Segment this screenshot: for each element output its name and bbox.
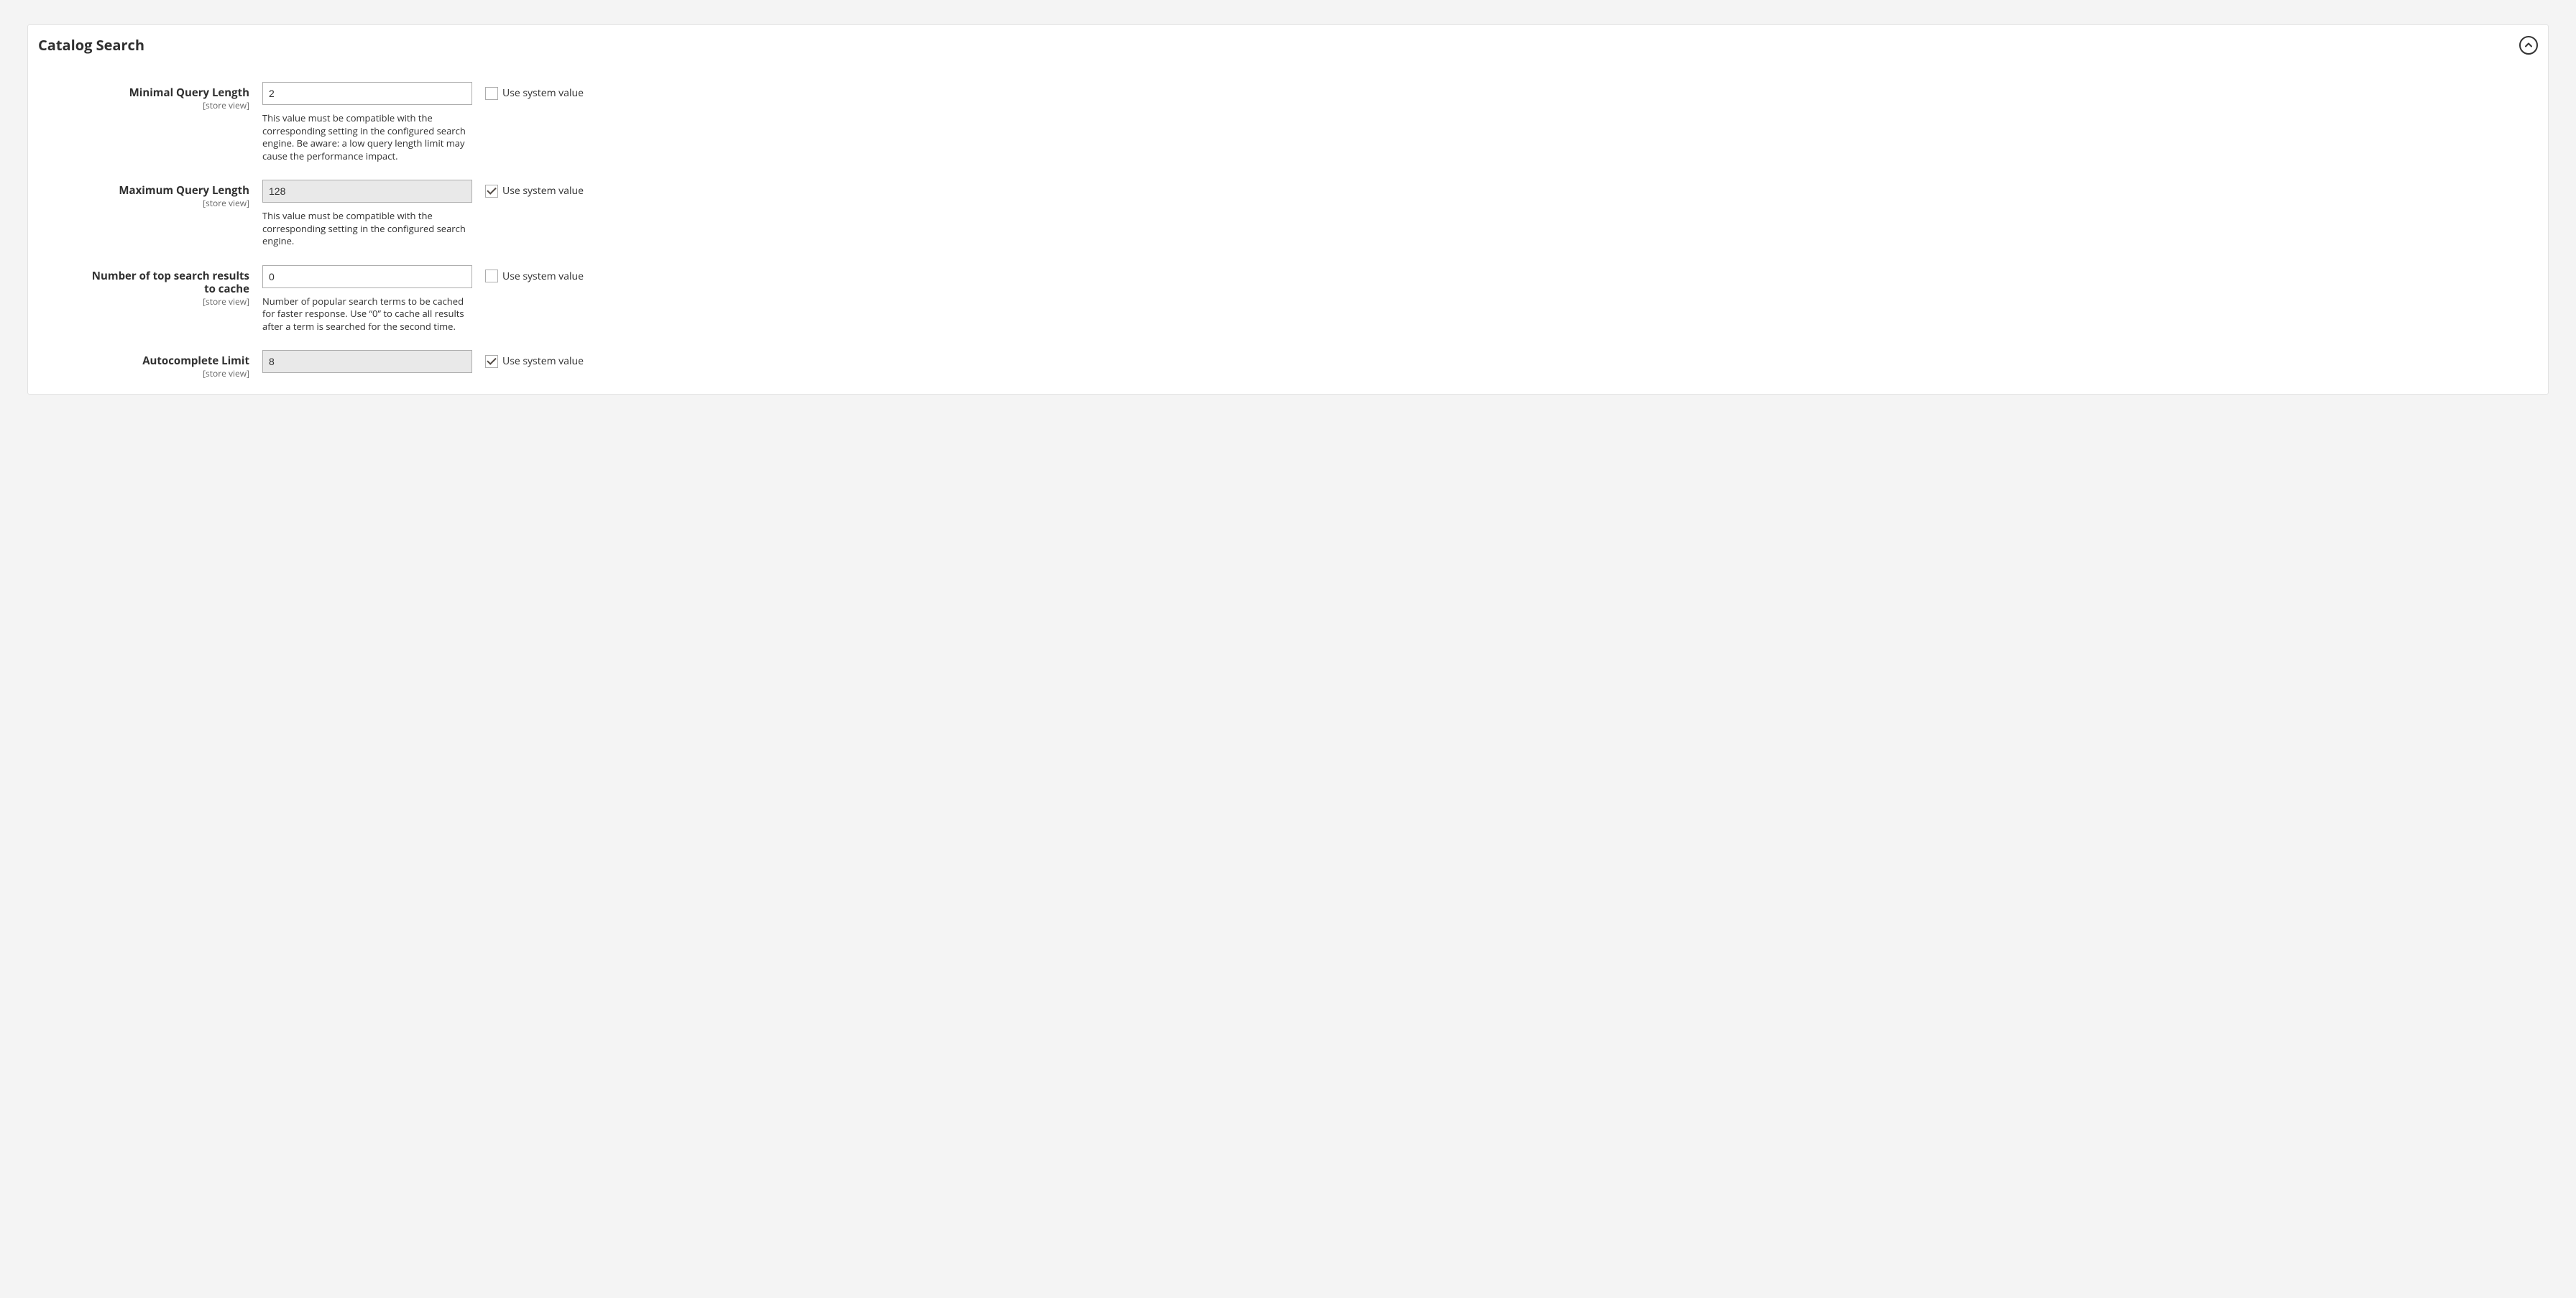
minimal-query-length-input[interactable] [262,82,472,105]
field-label: Maximum Query Length [store view] [84,180,249,209]
autocomplete-limit-input [262,350,472,373]
help-text: This value must be compatible with the c… [262,210,472,248]
panel-body: Minimal Query Length [store view] This v… [38,62,2538,394]
maximum-query-length-input [262,180,472,203]
catalog-search-panel: Catalog Search Minimal Query Length [sto… [27,24,2549,395]
use-system-value-label: Use system value [502,86,584,100]
field-autocomplete-limit: Autocomplete Limit [store view] Use syst… [84,350,2538,379]
field-top-search-results-cache: Number of top search results to cache [s… [84,265,2538,333]
scope-text: [store view] [84,197,249,209]
chevron-up-icon [2525,42,2532,47]
collapse-toggle[interactable] [2519,36,2538,55]
use-system-value-label: Use system value [502,184,584,198]
use-system-value-checkbox[interactable] [485,185,498,198]
scope-text: [store view] [84,295,249,308]
scope-text: [store view] [84,99,249,111]
label-text: Minimal Query Length [84,86,249,99]
use-system-value-label: Use system value [502,354,584,368]
top-search-results-cache-input[interactable] [262,265,472,288]
use-system-value-label: Use system value [502,270,584,283]
scope-text: [store view] [84,367,249,379]
label-text: Autocomplete Limit [84,354,249,367]
use-system-value-checkbox[interactable] [485,270,498,282]
field-label: Autocomplete Limit [store view] [84,350,249,379]
label-text: Number of top search results to cache [84,270,249,295]
field-minimal-query-length: Minimal Query Length [store view] This v… [84,82,2538,162]
field-label: Minimal Query Length [store view] [84,82,249,111]
help-text: Number of popular search terms to be cac… [262,295,472,333]
use-system-value-checkbox[interactable] [485,87,498,100]
field-label: Number of top search results to cache [s… [84,265,249,308]
field-maximum-query-length: Maximum Query Length [store view] This v… [84,180,2538,248]
help-text: This value must be compatible with the c… [262,112,472,162]
panel-header: Catalog Search [38,32,2538,62]
use-system-value-checkbox[interactable] [485,355,498,368]
label-text: Maximum Query Length [84,184,249,197]
panel-title: Catalog Search [38,35,144,55]
